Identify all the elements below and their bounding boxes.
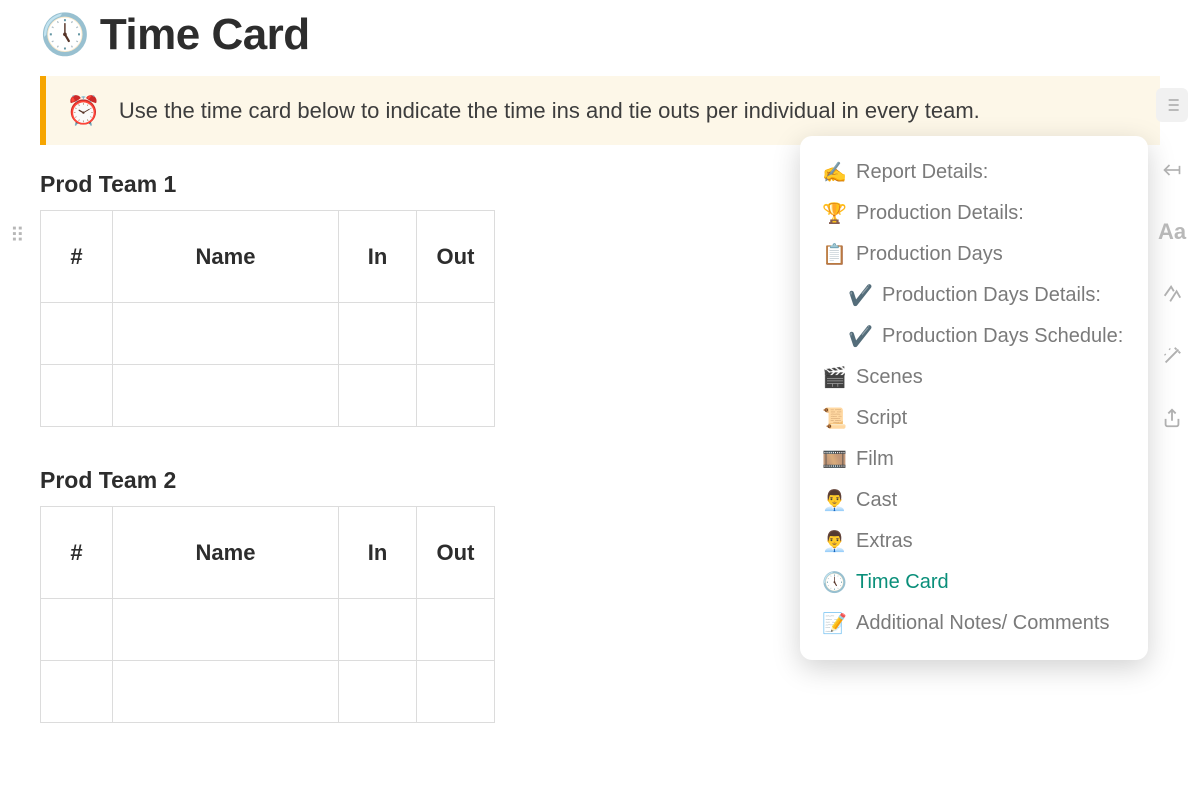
table-header-row: # Name In Out (41, 211, 495, 303)
outline-item-label: Production Days Schedule: (882, 325, 1123, 348)
column-header-number: # (41, 211, 113, 303)
writing-hand-icon: ✍️ (822, 160, 846, 185)
outline-item-label: Film (856, 448, 894, 471)
outline-item-label: Extras (856, 530, 913, 553)
column-header-name: Name (113, 507, 339, 599)
outline-item-production-days-details[interactable]: ✔️ Production Days Details: (808, 275, 1140, 316)
back-arrow-icon[interactable] (1158, 156, 1186, 184)
outline-item-label: Cast (856, 489, 897, 512)
outline-item-extras[interactable]: 👨‍💼 Extras (808, 521, 1140, 562)
side-toolbar: Aa (1156, 88, 1188, 432)
outline-item-production-details[interactable]: 🏆 Production Details: (808, 193, 1140, 234)
outline-item-label: Scenes (856, 366, 923, 389)
swap-icon[interactable] (1158, 280, 1186, 308)
clapper-icon: 🎬 (822, 365, 846, 390)
memo-icon: 📝 (822, 611, 846, 636)
column-header-out: Out (417, 211, 495, 303)
outline-item-cast[interactable]: 👨‍💼 Cast (808, 480, 1140, 521)
column-header-number: # (41, 507, 113, 599)
column-header-in: In (339, 211, 417, 303)
scroll-icon: 📜 (822, 406, 846, 431)
outline-popover: ✍️ Report Details: 🏆 Production Details:… (800, 136, 1148, 660)
outline-item-label: Production Days (856, 243, 1003, 266)
page: 🕔 Time Card ⏰ Use the time card below to… (0, 0, 1200, 787)
person-icon: 👨‍💼 (822, 529, 846, 554)
outline-item-script[interactable]: 📜 Script (808, 398, 1140, 439)
column-header-name: Name (113, 211, 339, 303)
trophy-icon: 🏆 (822, 201, 846, 226)
outline-item-time-card[interactable]: 🕔 Time Card (808, 562, 1140, 603)
timecard-table-team2[interactable]: # Name In Out (40, 506, 495, 723)
page-title: Time Card (100, 10, 310, 60)
page-title-row: 🕔 Time Card (40, 10, 1160, 60)
table-header-row: # Name In Out (41, 507, 495, 599)
callout-block: ⏰ Use the time card below to indicate th… (40, 76, 1160, 145)
table-row[interactable] (41, 661, 495, 723)
clipboard-icon: 📋 (822, 242, 846, 267)
drag-handle-icon[interactable]: ⠿ (10, 226, 23, 246)
person-icon: 👨‍💼 (822, 488, 846, 513)
outline-item-production-days-schedule[interactable]: ✔️ Production Days Schedule: (808, 316, 1140, 357)
column-header-in: In (339, 507, 417, 599)
check-icon: ✔️ (848, 283, 872, 308)
alarm-clock-icon: ⏰ (66, 94, 101, 127)
outline-item-label: Production Days Details: (882, 284, 1101, 307)
film-icon: 🎞️ (822, 447, 846, 472)
outline-item-additional-notes[interactable]: 📝 Additional Notes/ Comments (808, 603, 1140, 644)
outline-item-label: Additional Notes/ Comments (856, 612, 1109, 635)
timecard-table-team1[interactable]: # Name In Out (40, 210, 495, 427)
clock-icon: 🕔 (822, 570, 846, 595)
outline-item-label: Time Card (856, 571, 949, 594)
outline-item-label: Report Details: (856, 161, 988, 184)
outline-item-label: Production Details: (856, 202, 1024, 225)
share-icon[interactable] (1158, 404, 1186, 432)
column-header-out: Out (417, 507, 495, 599)
outline-item-scenes[interactable]: 🎬 Scenes (808, 357, 1140, 398)
table-row[interactable] (41, 303, 495, 365)
outline-item-label: Script (856, 407, 907, 430)
outline-toggle-icon[interactable] (1156, 88, 1188, 122)
outline-item-report-details[interactable]: ✍️ Report Details: (808, 152, 1140, 193)
callout-text: Use the time card below to indicate the … (119, 98, 980, 124)
outline-item-production-days[interactable]: 📋 Production Days (808, 234, 1140, 275)
table-row[interactable] (41, 599, 495, 661)
font-size-icon[interactable]: Aa (1158, 218, 1186, 246)
check-icon: ✔️ (848, 324, 872, 349)
magic-wand-icon[interactable] (1158, 342, 1186, 370)
clock-icon: 🕔 (40, 15, 90, 55)
outline-item-film[interactable]: 🎞️ Film (808, 439, 1140, 480)
table-row[interactable] (41, 365, 495, 427)
